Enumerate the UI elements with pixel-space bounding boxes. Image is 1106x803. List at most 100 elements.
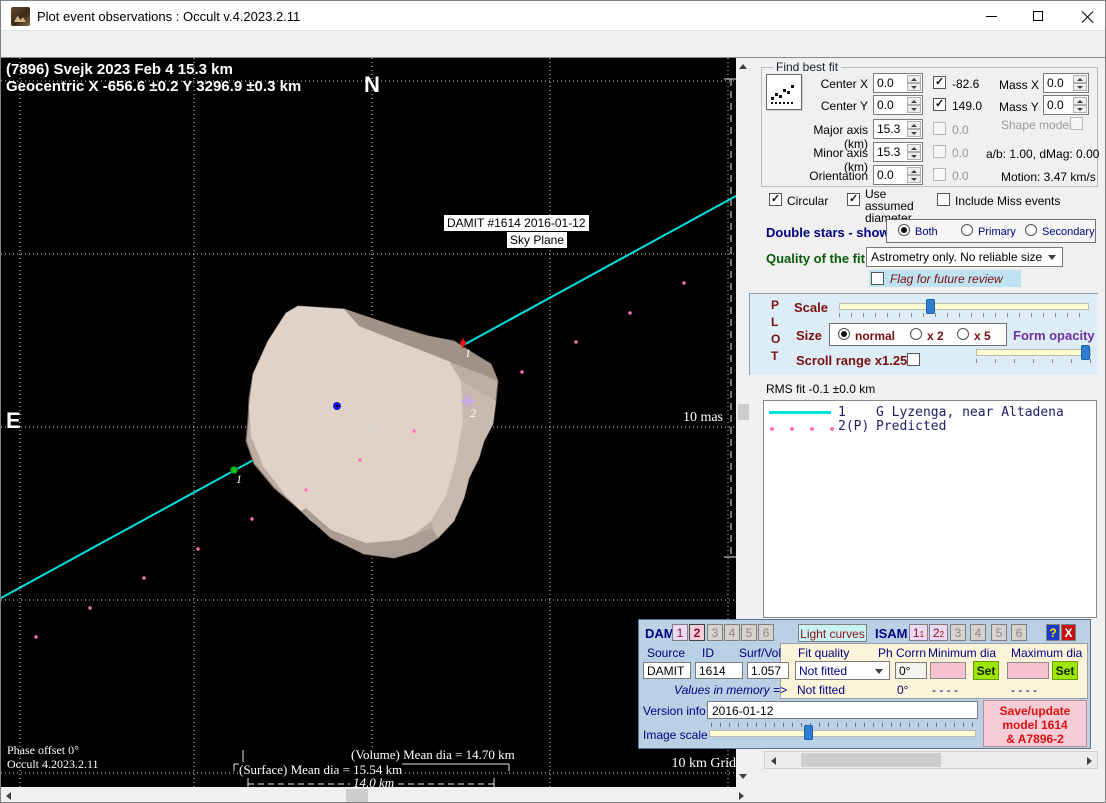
form-opacity-slider[interactable] bbox=[976, 349, 1091, 356]
spin-down-icon[interactable] bbox=[907, 129, 921, 137]
id-field[interactable]: 1614 bbox=[695, 662, 743, 679]
isam-button-2[interactable]: 22 bbox=[929, 624, 948, 641]
scale-slider-ticks bbox=[839, 313, 1089, 317]
flag-review-label: Flag for future review bbox=[890, 272, 1003, 286]
scroll-down-icon[interactable] bbox=[739, 774, 747, 779]
use-assumed-checkbox[interactable] bbox=[847, 192, 860, 206]
surfvol-field[interactable]: 1.057 bbox=[747, 662, 789, 679]
motion-label: Motion: 3.47 km/s bbox=[1001, 170, 1096, 184]
plot-letter-p: P bbox=[771, 298, 780, 312]
size-x5-label: x 5 bbox=[974, 329, 991, 343]
spin-up-icon[interactable] bbox=[907, 97, 921, 105]
fit-quality-dropdown[interactable]: Not fitted bbox=[795, 661, 890, 680]
panel-scroll-right-icon[interactable] bbox=[1087, 757, 1092, 765]
include-miss-checkbox[interactable] bbox=[937, 193, 950, 206]
damit-button-2[interactable]: 2 bbox=[689, 624, 705, 641]
ph-corr-field[interactable]: 0° bbox=[895, 662, 927, 679]
mass-x-spinner[interactable]: 0.0 bbox=[1043, 73, 1089, 93]
scatter-fit-icon bbox=[771, 85, 794, 104]
center-x-checkbox[interactable] bbox=[933, 75, 946, 89]
damit-button-3[interactable]: 3 bbox=[707, 624, 723, 641]
major-axis-spinner[interactable]: 15.3 bbox=[873, 119, 923, 139]
double-stars-both-label: Both bbox=[915, 226, 938, 238]
panel-help-button[interactable]: ? bbox=[1046, 624, 1060, 641]
close-button[interactable] bbox=[1062, 1, 1105, 31]
scale-slider-thumb[interactable] bbox=[926, 299, 935, 314]
scroll-left-icon[interactable] bbox=[6, 792, 11, 800]
spin-up-icon[interactable] bbox=[907, 121, 921, 129]
best-fit-button[interactable] bbox=[766, 74, 802, 110]
fit-quality-header: Fit quality bbox=[798, 646, 850, 660]
isam-button-6[interactable]: 6 bbox=[1011, 624, 1027, 641]
spin-down-icon[interactable] bbox=[1073, 105, 1087, 113]
spin-down-icon[interactable] bbox=[907, 105, 921, 113]
scroll-range-checkbox[interactable] bbox=[907, 353, 920, 366]
spin-up-icon[interactable] bbox=[907, 167, 921, 175]
minor-axis-spinner[interactable]: 15.3 bbox=[873, 142, 923, 162]
spin-down-icon[interactable] bbox=[907, 175, 921, 183]
plot-horizontal-scrollbar[interactable] bbox=[1, 787, 751, 802]
plot-hscroll-thumb[interactable] bbox=[346, 789, 368, 802]
maximize-button[interactable] bbox=[1014, 1, 1059, 31]
image-scale-thumb[interactable] bbox=[804, 725, 813, 740]
double-stars-secondary-radio[interactable] bbox=[1025, 224, 1037, 236]
damit-button-6[interactable]: 6 bbox=[758, 624, 774, 641]
max-dia-set-button[interactable]: Set bbox=[1052, 661, 1078, 680]
panel-close-button[interactable]: X bbox=[1061, 624, 1076, 641]
rms-fit-label: RMS fit -0.1 ±0.0 km bbox=[766, 382, 876, 396]
panel-hscroll-thumb[interactable] bbox=[801, 753, 941, 767]
spin-up-icon[interactable] bbox=[1073, 75, 1087, 83]
damit-button-5[interactable]: 5 bbox=[741, 624, 757, 641]
save-line-1: Save/update bbox=[999, 704, 1071, 718]
scroll-right-icon[interactable] bbox=[739, 792, 744, 800]
isam-button-1[interactable]: 11 bbox=[909, 624, 928, 641]
image-scale-slider[interactable] bbox=[709, 730, 976, 737]
isam-button-5[interactable]: 5 bbox=[991, 624, 1007, 641]
size-x2-radio[interactable] bbox=[910, 328, 922, 340]
size-x5-radio[interactable] bbox=[957, 328, 969, 340]
orientation-spinner[interactable]: 0.0 bbox=[873, 165, 923, 185]
scale-slider[interactable] bbox=[839, 303, 1089, 310]
spin-down-icon[interactable] bbox=[1073, 83, 1087, 91]
damit-button-4[interactable]: 4 bbox=[724, 624, 740, 641]
scroll-up-icon[interactable] bbox=[739, 64, 747, 69]
title-bar: Plot event observations : Occult v.4.202… bbox=[1, 1, 1105, 31]
double-stars-primary-radio[interactable] bbox=[961, 224, 973, 236]
light-curves-button[interactable]: Light curves bbox=[798, 624, 867, 642]
min-dia-field[interactable] bbox=[930, 662, 966, 679]
damit-button-1[interactable]: 1 bbox=[672, 624, 688, 641]
isam-button-4[interactable]: 4 bbox=[970, 624, 986, 641]
minimize-button[interactable] bbox=[969, 1, 1014, 31]
max-dia-field[interactable] bbox=[1007, 662, 1049, 679]
isam-button-3[interactable]: 3 bbox=[950, 624, 966, 641]
spin-up-icon[interactable] bbox=[907, 144, 921, 152]
min-dia-set-button[interactable]: Set bbox=[973, 661, 999, 680]
center-y-spinner[interactable]: 0.0 bbox=[873, 95, 923, 115]
circular-checkbox[interactable] bbox=[769, 192, 782, 206]
observer-list[interactable]: 1 G Lyzenga, near Altadena 2(P) Predicte… bbox=[763, 400, 1097, 618]
mass-y-spinner[interactable]: 0.0 bbox=[1043, 95, 1089, 115]
mass-y-value: 0.0 bbox=[1047, 98, 1064, 112]
plot-vscroll-thumb[interactable] bbox=[738, 404, 749, 420]
spin-down-icon[interactable] bbox=[907, 83, 921, 91]
center-x-spinner[interactable]: 0.0 bbox=[873, 73, 923, 93]
size-normal-radio[interactable] bbox=[838, 328, 850, 340]
quality-dropdown[interactable]: Astrometry only. No reliable size bbox=[866, 247, 1063, 267]
source-field[interactable]: DAMIT bbox=[643, 662, 691, 679]
spin-down-icon[interactable] bbox=[907, 152, 921, 160]
sky-plane-plot[interactable]: (7896) Svejk 2023 Feb 4 15.3 km Geocentr… bbox=[1, 58, 736, 787]
isam-label: ISAM bbox=[875, 626, 908, 641]
form-opacity-label: Form opacity bbox=[1013, 328, 1095, 343]
double-stars-both-radio[interactable] bbox=[898, 224, 910, 236]
form-opacity-thumb[interactable] bbox=[1081, 345, 1090, 360]
version-info-field[interactable]: 2016-01-12 bbox=[707, 701, 978, 719]
panel-scroll-left-icon[interactable] bbox=[771, 757, 776, 765]
save-update-button[interactable]: Save/update model 1614 & A7896-2 bbox=[983, 700, 1087, 747]
center-y-checkbox[interactable] bbox=[933, 97, 946, 111]
spin-up-icon[interactable] bbox=[907, 75, 921, 83]
flag-review-checkbox[interactable] bbox=[871, 272, 884, 285]
panel-horizontal-scrollbar[interactable] bbox=[764, 751, 1098, 769]
orientation-value: 0.0 bbox=[877, 168, 894, 182]
spin-up-icon[interactable] bbox=[1073, 97, 1087, 105]
ab-dmag-label: a/b: 1.00, dMag: 0.00 bbox=[986, 147, 1100, 161]
